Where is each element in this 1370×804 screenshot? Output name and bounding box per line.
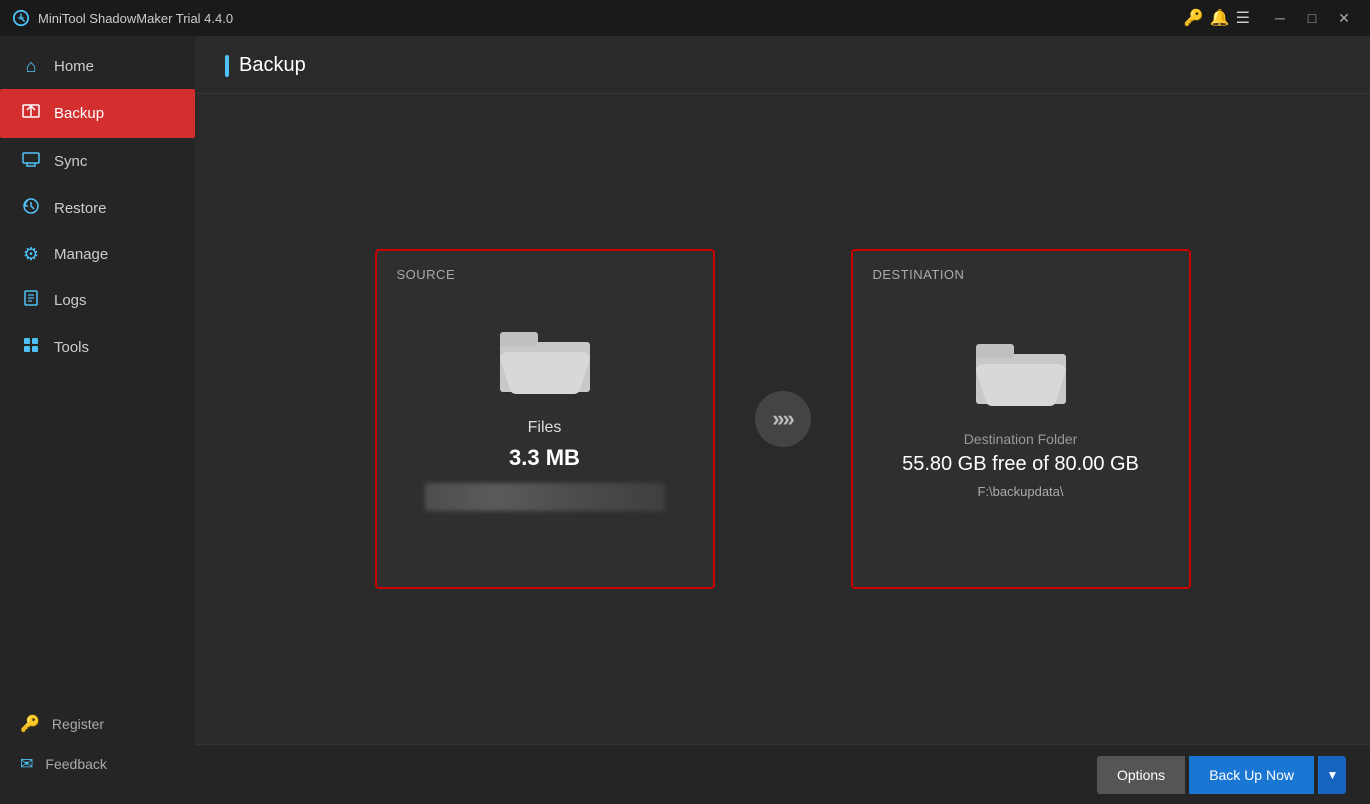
destination-card[interactable]: DESTINATION Destination Folder 55.80 GB … [851, 249, 1191, 589]
destination-storage: 55.80 GB free of 80.00 GB [902, 453, 1139, 476]
sidebar-item-label-tools: Tools [54, 339, 89, 356]
arrow-chevrons: »» [772, 406, 792, 432]
register-label: Register [52, 716, 104, 732]
sidebar-item-backup[interactable]: Backup [0, 89, 195, 138]
sidebar-item-label-sync: Sync [54, 153, 87, 170]
arrow-indicator: »» [755, 391, 811, 447]
key-icon[interactable]: 🔑 [1184, 8, 1204, 28]
titlebar-left: MiniTool ShadowMaker Trial 4.4.0 [12, 9, 233, 27]
close-button[interactable]: ✕ [1330, 7, 1358, 29]
mail-icon: ✉ [20, 754, 33, 774]
titlebar: MiniTool ShadowMaker Trial 4.4.0 🔑 🔔 ☰ ─… [0, 0, 1370, 36]
sidebar-item-label-home: Home [54, 58, 94, 75]
source-name: Files [528, 419, 562, 437]
sidebar-item-label-manage: Manage [54, 246, 108, 263]
home-icon: ⌂ [20, 56, 42, 77]
bell-icon[interactable]: 🔔 [1210, 8, 1230, 28]
app-layout: ⌂ Home Backup Sync [0, 36, 1370, 804]
titlebar-icons: 🔑 🔔 ☰ [1184, 8, 1250, 28]
folder-open-icon [500, 328, 590, 398]
sidebar-item-logs[interactable]: Logs [0, 277, 195, 324]
destination-name: Destination Folder [964, 431, 1078, 447]
destination-folder-icon [976, 340, 1066, 415]
sidebar-item-label-backup: Backup [54, 105, 104, 122]
source-card[interactable]: SOURCE Files 3.3 MB [375, 249, 715, 589]
sync-icon [20, 150, 42, 173]
logs-icon [20, 289, 42, 312]
feedback-link[interactable]: ✉ Feedback [0, 744, 195, 784]
source-label: SOURCE [397, 267, 456, 282]
feedback-label: Feedback [45, 756, 106, 772]
folder-open-icon-dest [976, 340, 1066, 410]
manage-icon: ⚙ [20, 244, 42, 265]
sidebar-item-manage[interactable]: ⚙ Manage [0, 232, 195, 277]
source-size: 3.3 MB [509, 445, 580, 471]
page-title-bar [225, 55, 229, 77]
source-blurred-text [425, 483, 665, 511]
titlebar-controls: ─ □ ✕ [1266, 7, 1358, 29]
page-header: Backup [195, 36, 1370, 94]
sidebar-item-label-logs: Logs [54, 292, 87, 309]
options-button[interactable]: Options [1097, 756, 1185, 794]
backup-now-dropdown-button[interactable]: ▼ [1318, 756, 1346, 794]
key-icon: 🔑 [20, 714, 40, 734]
sidebar-item-label-restore: Restore [54, 200, 107, 217]
page-title: Backup [239, 54, 306, 77]
app-logo [12, 9, 30, 27]
app-title: MiniTool ShadowMaker Trial 4.4.0 [38, 11, 233, 26]
tools-icon [20, 336, 42, 359]
menu-icon[interactable]: ☰ [1236, 8, 1250, 28]
content-area: Backup SOURCE Files [195, 36, 1370, 804]
backup-now-button[interactable]: Back Up Now [1189, 756, 1314, 794]
chevron-down-icon: ▼ [1327, 768, 1339, 782]
minimize-button[interactable]: ─ [1266, 7, 1294, 29]
backup-icon [20, 101, 42, 126]
backup-main: SOURCE Files 3.3 MB [195, 94, 1370, 744]
bottom-bar: Options Back Up Now ▼ [195, 744, 1370, 804]
destination-label: DESTINATION [873, 267, 965, 282]
sidebar-item-sync[interactable]: Sync [0, 138, 195, 185]
source-folder-icon [500, 328, 590, 403]
sidebar-item-restore[interactable]: Restore [0, 185, 195, 232]
restore-icon [20, 197, 42, 220]
register-link[interactable]: 🔑 Register [0, 704, 195, 744]
sidebar-item-home[interactable]: ⌂ Home [0, 44, 195, 89]
sidebar-bottom: 🔑 Register ✉ Feedback [0, 704, 195, 804]
destination-path: F:\backupdata\ [978, 484, 1064, 499]
sidebar-item-tools[interactable]: Tools [0, 324, 195, 371]
maximize-button[interactable]: □ [1298, 7, 1326, 29]
sidebar: ⌂ Home Backup Sync [0, 36, 195, 804]
